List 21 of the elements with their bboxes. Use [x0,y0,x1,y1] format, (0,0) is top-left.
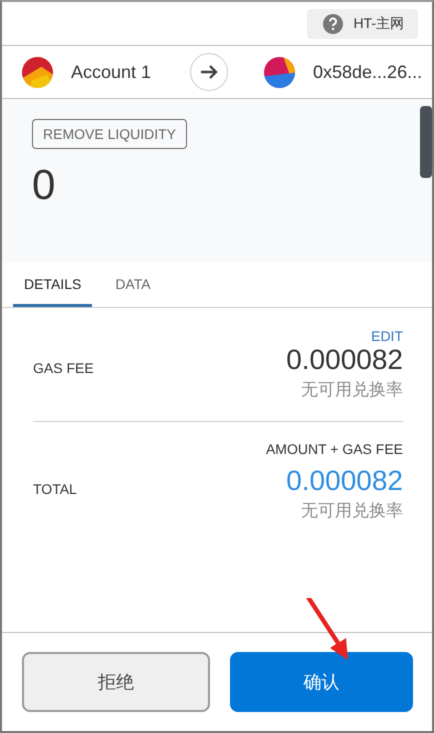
confirm-button[interactable]: 确认 [230,652,413,712]
help-icon [323,14,344,34]
total-value: 0.000082 [286,465,403,497]
avatar-icon [264,56,295,88]
tab[interactable]: DETAILS [13,263,92,307]
exchange-rate-note: 无可用兑换率 [301,500,403,522]
avatar-icon [22,56,53,88]
gas-fee-value: 0.000082 [286,344,403,376]
network-selector[interactable]: HT-主网 [307,8,418,38]
amount-value: 0 [32,161,56,209]
recipient-address: 0x58de...26... [313,62,422,82]
tab[interactable]: DATA [104,263,162,307]
reject-button[interactable]: 拒绝 [22,652,210,712]
exchange-rate-note: 无可用兑换率 [301,379,403,401]
side-handle-drawing [419,106,432,178]
total-label: TOTAL [33,481,77,497]
total-header: AMOUNT + GAS FEE [266,441,403,457]
method-badge: REMOVE LIQUIDITY [32,119,188,149]
gas-fee-label: GAS FEE [33,360,94,376]
account-name: Account 1 [71,62,152,82]
edit-link[interactable]: EDIT [371,328,403,344]
